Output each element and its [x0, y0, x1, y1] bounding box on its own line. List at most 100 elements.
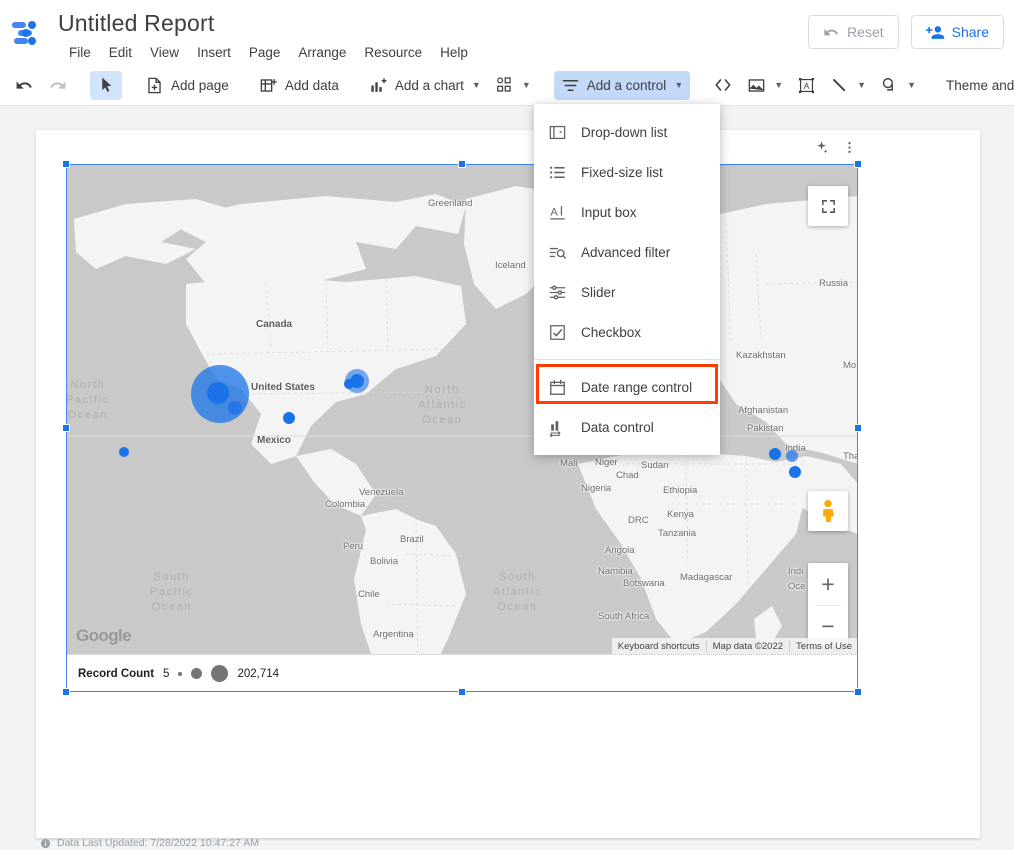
map-bubble[interactable]: [119, 447, 129, 457]
menu-item-input-box[interactable]: A Input box: [534, 192, 720, 232]
map-attribution: Keyboard shortcuts Map data ©2022 Terms …: [611, 638, 858, 654]
line-button[interactable]: ▼: [823, 71, 873, 100]
community-visualization-button[interactable]: ▼: [488, 71, 538, 100]
add-data-button[interactable]: Add data: [252, 71, 346, 100]
legend-dot-xs: [178, 671, 183, 676]
add-control-button[interactable]: Add a control ▼: [553, 70, 691, 100]
map-bubble[interactable]: [207, 382, 229, 404]
select-tool-button[interactable]: [90, 70, 122, 100]
zoom-in-button[interactable]: +: [808, 564, 848, 605]
menu-arrange[interactable]: Arrange: [289, 40, 355, 65]
menu-item-drop-down-list[interactable]: Drop-down list: [534, 112, 720, 152]
map-bubble[interactable]: [228, 401, 242, 415]
text-box-icon: A: [797, 76, 816, 95]
app-header: Untitled Report File Edit View Insert Pa…: [0, 0, 1014, 65]
resize-handle-right-middle[interactable]: [854, 424, 862, 432]
menu-page[interactable]: Page: [240, 40, 290, 65]
community-visualization-icon: [495, 76, 514, 95]
calendar-icon: [548, 378, 567, 397]
undo-button[interactable]: [8, 71, 41, 100]
map-bubble[interactable]: [344, 379, 354, 389]
menu-resource[interactable]: Resource: [355, 40, 431, 65]
resize-handle-left-middle[interactable]: [62, 424, 70, 432]
report-title[interactable]: Untitled Report: [56, 8, 477, 38]
shape-button[interactable]: ▼: [873, 71, 923, 100]
database-plus-icon: [259, 76, 278, 95]
add-chart-button[interactable]: Add a chart ▼: [362, 71, 488, 100]
menu-item-date-range-control[interactable]: Date range control: [534, 367, 720, 407]
terms-of-use-link[interactable]: Terms of Use: [789, 640, 858, 652]
keyboard-shortcuts-link[interactable]: Keyboard shortcuts: [612, 641, 706, 652]
menu-insert[interactable]: Insert: [188, 40, 240, 65]
menu-edit[interactable]: Edit: [100, 40, 141, 65]
chevron-down-icon: ▼: [907, 80, 916, 90]
advanced-filter-icon: [548, 243, 567, 262]
chevron-down-icon: ▼: [774, 80, 784, 90]
share-button[interactable]: Share: [910, 15, 1004, 49]
chart-hover-toolbar: [812, 138, 858, 156]
menu-item-label: Slider: [581, 284, 616, 300]
more-vertical-icon[interactable]: [840, 138, 858, 156]
report-page[interactable]: North Pacific Ocean North Atlantic Ocean South…: [36, 130, 980, 838]
menu-item-slider[interactable]: Slider: [534, 272, 720, 312]
svg-text:A: A: [550, 206, 558, 218]
add-chart-label: Add a chart: [394, 77, 464, 93]
redo-icon: [48, 76, 67, 95]
embed-code-button[interactable]: [706, 71, 740, 100]
menu-item-advanced-filter[interactable]: Advanced filter: [534, 232, 720, 272]
chevron-down-icon: ▼: [471, 80, 481, 90]
map-bubble[interactable]: [786, 450, 798, 462]
map-bubble[interactable]: [789, 466, 801, 478]
text-box-button[interactable]: A: [790, 71, 823, 100]
chevron-down-icon: ▼: [674, 80, 684, 90]
resize-handle-top-left[interactable]: [62, 160, 70, 168]
checkbox-icon: [548, 323, 567, 342]
map-data-text: Map data ©2022: [705, 640, 789, 652]
menu-item-checkbox[interactable]: Checkbox: [534, 312, 720, 352]
menu-item-data-control[interactable]: Data control: [534, 407, 720, 447]
svg-text:A: A: [804, 81, 810, 91]
undo-icon: [15, 76, 34, 95]
world-landmass: [66, 164, 858, 654]
undo-arrow-icon: [823, 24, 840, 41]
embed-code-icon: [713, 75, 733, 95]
menu-item-label: Date range control: [581, 379, 693, 395]
menu-item-fixed-size-list[interactable]: Fixed-size list: [534, 152, 720, 192]
reset-button[interactable]: Reset: [808, 15, 899, 49]
menu-item-label: Input box: [581, 204, 637, 220]
add-control-label: Add a control: [586, 77, 667, 93]
menu-view[interactable]: View: [141, 40, 188, 65]
street-view-button[interactable]: [808, 491, 848, 531]
resize-handle-bottom-left[interactable]: [62, 688, 70, 696]
image-button[interactable]: ▼: [740, 71, 790, 100]
resize-handle-bottom-middle[interactable]: [458, 688, 466, 696]
chevron-down-icon: ▼: [521, 80, 531, 90]
map-bubble[interactable]: [283, 412, 295, 424]
map-bubble[interactable]: [769, 448, 781, 460]
menu-separator: [534, 359, 720, 360]
sparkle-icon[interactable]: [812, 138, 830, 156]
resize-handle-bottom-right[interactable]: [854, 688, 862, 696]
add-control-menu[interactable]: Drop-down list Fixed-size list A Input b…: [534, 104, 720, 455]
add-page-button[interactable]: Add page: [138, 71, 236, 100]
slider-icon: [548, 283, 567, 302]
looker-studio-logo-icon[interactable]: [12, 20, 46, 48]
menu-file[interactable]: File: [60, 40, 100, 65]
menu-item-label: Data control: [581, 419, 654, 435]
legend-max-value: 202,714: [237, 667, 280, 680]
fullscreen-button[interactable]: [808, 186, 848, 226]
header-actions: Reset Share: [808, 15, 1004, 49]
resize-handle-top-right[interactable]: [854, 160, 862, 168]
status-bar: Data Last Updated: 7/28/2022 10:47:27 AM: [0, 836, 1014, 850]
fixed-size-list-icon: [548, 163, 567, 182]
geo-chart-widget[interactable]: North Pacific Ocean North Atlantic Ocean South…: [62, 140, 862, 696]
shape-icon: [880, 76, 899, 95]
menu-help[interactable]: Help: [431, 40, 477, 65]
resize-handle-top-middle[interactable]: [458, 160, 466, 168]
menu-bar: File Edit View Insert Page Arrange Resou…: [60, 40, 477, 65]
share-label: Share: [951, 24, 989, 40]
geo-map[interactable]: North Pacific Ocean North Atlantic Ocean South…: [66, 164, 858, 654]
redo-button[interactable]: [41, 71, 74, 100]
menu-item-label: Checkbox: [581, 324, 642, 340]
theme-and-layout-button[interactable]: Theme and layout: [939, 71, 1014, 100]
